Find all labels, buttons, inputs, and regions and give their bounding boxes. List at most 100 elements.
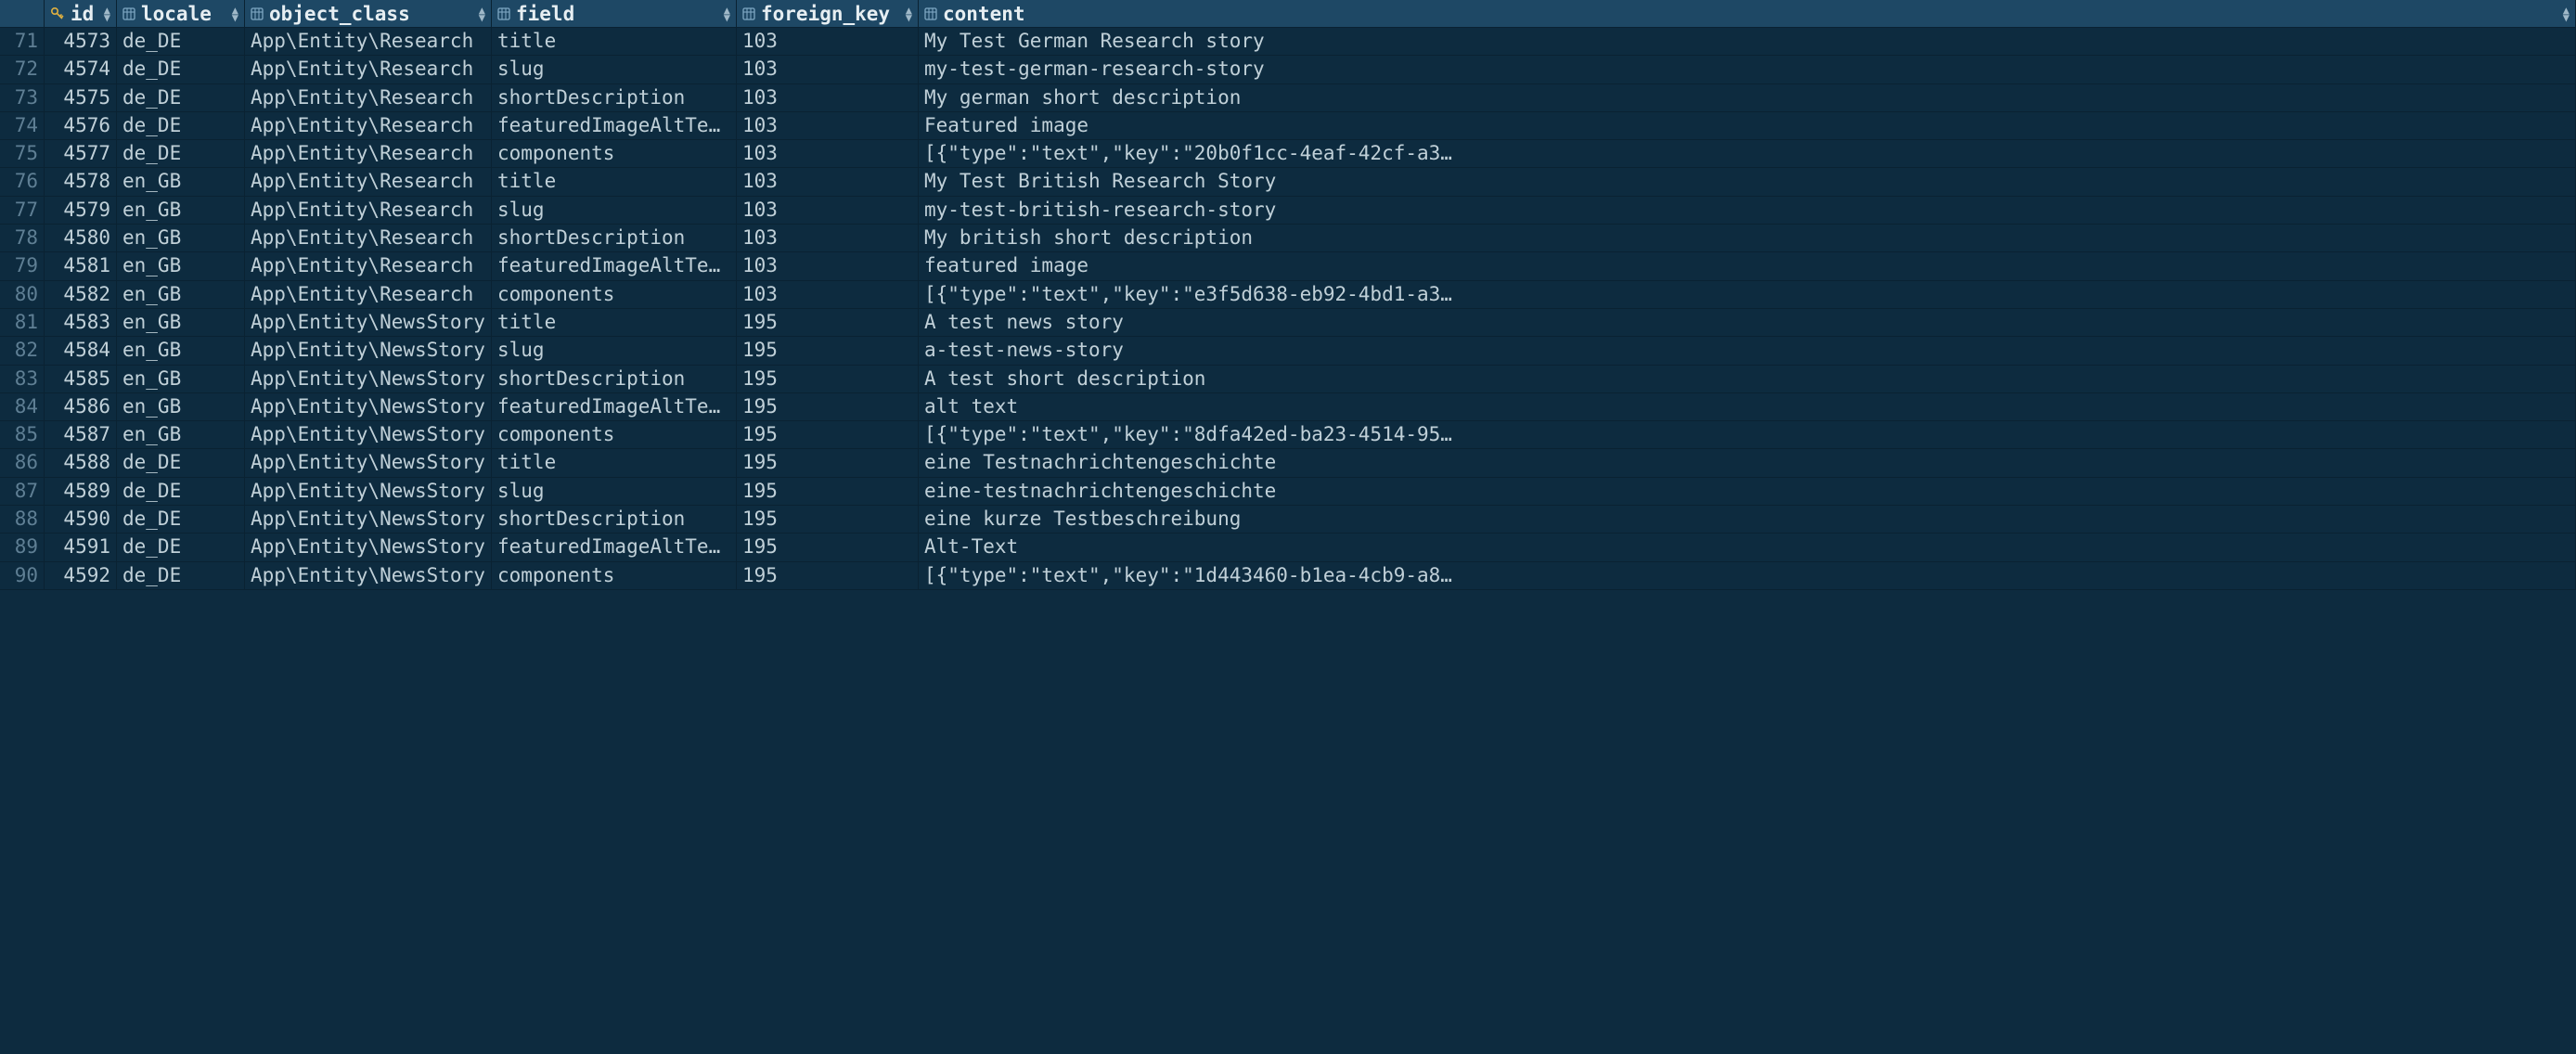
cell-content[interactable]: My german short description: [919, 84, 2576, 112]
cell-locale[interactable]: en_GB: [117, 225, 245, 252]
cell-object_class[interactable]: App\Entity\NewsStory: [245, 449, 492, 477]
row-number[interactable]: 87: [0, 478, 45, 506]
row-number[interactable]: 72: [0, 56, 45, 84]
row-number[interactable]: 74: [0, 112, 45, 140]
sort-indicator-icon[interactable]: ▲▼: [479, 6, 485, 21]
sort-indicator-icon[interactable]: ▲▼: [104, 6, 110, 21]
cell-foreign_key[interactable]: 195: [737, 562, 919, 590]
cell-locale[interactable]: en_GB: [117, 197, 245, 225]
cell-id[interactable]: 4587: [45, 421, 117, 449]
cell-id[interactable]: 4589: [45, 478, 117, 506]
cell-field[interactable]: components: [492, 140, 737, 168]
cell-content[interactable]: eine Testnachrichtengeschichte: [919, 449, 2576, 477]
cell-id[interactable]: 4574: [45, 56, 117, 84]
row-number[interactable]: 88: [0, 506, 45, 533]
cell-field[interactable]: slug: [492, 337, 737, 365]
cell-object_class[interactable]: App\Entity\Research: [245, 112, 492, 140]
cell-field[interactable]: featuredImageAltText: [492, 252, 737, 280]
cell-id[interactable]: 4573: [45, 28, 117, 56]
cell-foreign_key[interactable]: 103: [737, 197, 919, 225]
cell-content[interactable]: My british short description: [919, 225, 2576, 252]
cell-field[interactable]: title: [492, 449, 737, 477]
cell-locale[interactable]: de_DE: [117, 506, 245, 533]
cell-object_class[interactable]: App\Entity\Research: [245, 197, 492, 225]
cell-locale[interactable]: en_GB: [117, 421, 245, 449]
cell-object_class[interactable]: App\Entity\Research: [245, 84, 492, 112]
cell-foreign_key[interactable]: 195: [737, 449, 919, 477]
cell-locale[interactable]: de_DE: [117, 28, 245, 56]
cell-content[interactable]: [{"type":"text","key":"1d443460-b1ea-4cb…: [919, 562, 2576, 590]
row-number[interactable]: 76: [0, 168, 45, 196]
cell-object_class[interactable]: App\Entity\Research: [245, 56, 492, 84]
cell-foreign_key[interactable]: 195: [737, 366, 919, 393]
cell-object_class[interactable]: App\Entity\NewsStory: [245, 366, 492, 393]
cell-content[interactable]: my-test-british-research-story: [919, 197, 2576, 225]
cell-id[interactable]: 4592: [45, 562, 117, 590]
cell-field[interactable]: featuredImageAltText: [492, 533, 737, 561]
cell-object_class[interactable]: App\Entity\NewsStory: [245, 393, 492, 421]
column-header-locale[interactable]: locale▲▼: [117, 0, 245, 28]
cell-foreign_key[interactable]: 103: [737, 56, 919, 84]
cell-foreign_key[interactable]: 103: [737, 140, 919, 168]
row-number[interactable]: 82: [0, 337, 45, 365]
cell-content[interactable]: my-test-german-research-story: [919, 56, 2576, 84]
column-header-field[interactable]: field▲▼: [492, 0, 737, 28]
row-number[interactable]: 80: [0, 281, 45, 309]
cell-id[interactable]: 4584: [45, 337, 117, 365]
row-number[interactable]: 75: [0, 140, 45, 168]
cell-foreign_key[interactable]: 103: [737, 168, 919, 196]
row-number[interactable]: 77: [0, 197, 45, 225]
cell-field[interactable]: slug: [492, 197, 737, 225]
cell-locale[interactable]: de_DE: [117, 562, 245, 590]
cell-field[interactable]: title: [492, 168, 737, 196]
cell-locale[interactable]: en_GB: [117, 309, 245, 337]
cell-field[interactable]: shortDescription: [492, 84, 737, 112]
sort-indicator-icon[interactable]: ▲▼: [724, 6, 730, 21]
row-number[interactable]: 90: [0, 562, 45, 590]
row-number[interactable]: 89: [0, 533, 45, 561]
cell-id[interactable]: 4577: [45, 140, 117, 168]
cell-foreign_key[interactable]: 195: [737, 421, 919, 449]
cell-id[interactable]: 4576: [45, 112, 117, 140]
cell-object_class[interactable]: App\Entity\Research: [245, 252, 492, 280]
cell-id[interactable]: 4588: [45, 449, 117, 477]
cell-object_class[interactable]: App\Entity\Research: [245, 281, 492, 309]
cell-object_class[interactable]: App\Entity\NewsStory: [245, 309, 492, 337]
column-header-content[interactable]: content▲▼: [919, 0, 2576, 28]
cell-field[interactable]: components: [492, 281, 737, 309]
cell-field[interactable]: shortDescription: [492, 225, 737, 252]
data-table[interactable]: id▲▼locale▲▼object_class▲▼field▲▼foreign…: [0, 0, 2576, 590]
cell-content[interactable]: A test short description: [919, 366, 2576, 393]
cell-id[interactable]: 4575: [45, 84, 117, 112]
cell-id[interactable]: 4582: [45, 281, 117, 309]
cell-field[interactable]: components: [492, 421, 737, 449]
cell-field[interactable]: featuredImageAltText: [492, 393, 737, 421]
cell-locale[interactable]: en_GB: [117, 252, 245, 280]
cell-foreign_key[interactable]: 195: [737, 478, 919, 506]
cell-content[interactable]: eine kurze Testbeschreibung: [919, 506, 2576, 533]
cell-object_class[interactable]: App\Entity\NewsStory: [245, 478, 492, 506]
cell-id[interactable]: 4583: [45, 309, 117, 337]
cell-locale[interactable]: en_GB: [117, 168, 245, 196]
cell-locale[interactable]: en_GB: [117, 281, 245, 309]
cell-content[interactable]: eine-testnachrichtengeschichte: [919, 478, 2576, 506]
cell-locale[interactable]: en_GB: [117, 366, 245, 393]
cell-foreign_key[interactable]: 103: [737, 252, 919, 280]
cell-content[interactable]: featured image: [919, 252, 2576, 280]
cell-content[interactable]: My Test German Research story: [919, 28, 2576, 56]
cell-locale[interactable]: de_DE: [117, 140, 245, 168]
cell-content[interactable]: Featured image: [919, 112, 2576, 140]
row-number[interactable]: 71: [0, 28, 45, 56]
column-header-object_class[interactable]: object_class▲▼: [245, 0, 492, 28]
row-number[interactable]: 81: [0, 309, 45, 337]
cell-foreign_key[interactable]: 195: [737, 533, 919, 561]
row-number[interactable]: 84: [0, 393, 45, 421]
cell-field[interactable]: shortDescription: [492, 506, 737, 533]
cell-object_class[interactable]: App\Entity\NewsStory: [245, 533, 492, 561]
sort-indicator-icon[interactable]: ▲▼: [2563, 6, 2570, 21]
cell-locale[interactable]: de_DE: [117, 533, 245, 561]
cell-object_class[interactable]: App\Entity\Research: [245, 168, 492, 196]
cell-field[interactable]: title: [492, 28, 737, 56]
cell-object_class[interactable]: App\Entity\Research: [245, 28, 492, 56]
cell-content[interactable]: [{"type":"text","key":"e3f5d638-eb92-4bd…: [919, 281, 2576, 309]
